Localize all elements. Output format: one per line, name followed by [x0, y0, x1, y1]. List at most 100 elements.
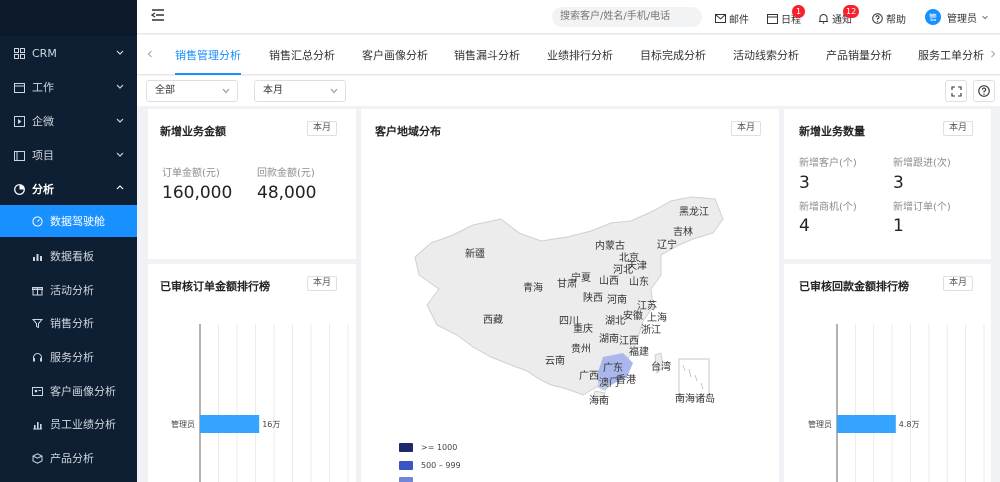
payment-amount-value: 48,000 [257, 183, 317, 203]
map-province-label: 吉林 [673, 225, 693, 238]
new-followups-value: 3 [893, 173, 904, 193]
map-province-label: 福建 [629, 345, 649, 358]
mail-icon [715, 13, 726, 23]
customer-region-card: 客户地域分布 本月 黑龙江 吉林 辽宁 内蒙古 新疆 北京 天津 河北 宁夏 山西 山东 青海 甘肃 陕西… [361, 109, 779, 482]
new-business-count-card: 新增业务数量 本月 新增客户(个) 3 新增跟进(次) 3 新增商机(个) 4 … [784, 109, 991, 259]
period-button[interactable]: 本月 [307, 121, 338, 136]
sidebar-item-sales-analysis[interactable]: 销售分析 [0, 307, 137, 339]
map-province-label: 香港 [616, 374, 636, 386]
sidebar-item-label: 服务分析 [50, 351, 94, 364]
fullscreen-button[interactable] [945, 80, 967, 102]
help-button[interactable]: 帮助 [872, 10, 906, 26]
chevron-down-icon [982, 15, 988, 20]
mail-label: 邮件 [729, 14, 749, 26]
new-opportunities-value: 4 [799, 216, 810, 236]
map-province-label: 山东 [629, 275, 649, 288]
chevron-left-icon[interactable] [145, 49, 155, 59]
notice-button[interactable]: 通知 12 [818, 5, 860, 26]
new-followups-label: 新增跟进(次) [893, 158, 951, 169]
sidebar-item-customer-portrait[interactable]: 客户画像分析 [0, 375, 137, 407]
sidebar-item-label: CRM [32, 46, 57, 60]
payment-rank-card: 已审核回款金额排行榜 本月 管理员 4.8万 [784, 264, 991, 482]
sidebar-item-analysis[interactable]: 分析 [0, 173, 137, 205]
new-customers-value: 3 [799, 173, 810, 193]
tab-performance-rank[interactable]: 业绩排行分析 [547, 35, 613, 75]
scope-select-value: 全部 [155, 85, 175, 96]
map-south-china-sea-lines [682, 364, 704, 390]
period-select[interactable]: 本月 [254, 80, 346, 102]
chart-bar[interactable] [200, 415, 260, 433]
calendar-badge: 1 [792, 5, 805, 18]
map-province-label: 广东 [603, 361, 623, 374]
scope-select[interactable]: 全部 [146, 80, 238, 102]
order-rank-card: 已审核订单金额排行榜 本月 管理员 16万 [148, 264, 356, 482]
notice-badge: 12 [843, 5, 860, 18]
sidebar-item-data-board[interactable]: 数据看板 [0, 240, 137, 272]
sidebar-item-service-analysis[interactable]: 服务分析 [0, 341, 137, 373]
logo [0, 0, 137, 36]
china-map[interactable]: 黑龙江吉林辽宁内蒙古新疆 北京天津河北宁夏 山西 山东青海 甘肃陕西 河南江苏西藏 四川 湖北… [361, 109, 779, 482]
sidebar-item-crm[interactable]: CRM [0, 37, 137, 69]
tab-sales-management[interactable]: 销售管理分析 [175, 35, 241, 75]
chevron-down-icon [116, 50, 124, 55]
tab-sales-summary[interactable]: 销售汇总分析 [269, 35, 335, 75]
chevron-up-icon [116, 185, 124, 190]
menu-fold-icon[interactable] [150, 7, 166, 23]
help-circle-button[interactable] [973, 80, 995, 102]
tab-product-sales[interactable]: 产品销量分析 [826, 35, 892, 75]
id-card-icon [31, 385, 43, 397]
tab-customer-portrait[interactable]: 客户画像分析 [362, 35, 428, 75]
chart-category-label: 管理员 [808, 419, 832, 429]
tab-target-completion[interactable]: 目标完成分析 [640, 35, 706, 75]
chevron-down-icon [222, 88, 230, 94]
chart-bar[interactable] [837, 415, 896, 433]
tab-activity-leads[interactable]: 活动线索分析 [733, 35, 799, 75]
analysis-tabs: 销售管理分析 销售汇总分析 客户画像分析 销售漏斗分析 业绩排行分析 目标完成分… [137, 35, 1000, 75]
map-province-label: 海南 [589, 394, 609, 407]
map-province-label: 南海诸岛 [675, 392, 715, 405]
sidebar-item-label: 工作 [32, 81, 54, 94]
map-province-label: 贵州 [571, 342, 591, 355]
legend-item: 500 – 999 [399, 461, 461, 470]
sidebar-item-label: 项目 [32, 149, 54, 162]
map-province-label: 湖南 [599, 332, 619, 345]
tab-sales-funnel[interactable]: 销售漏斗分析 [454, 35, 520, 75]
bar-chart-icon [31, 250, 43, 262]
legend-label: >= 1000 [421, 443, 458, 452]
legend-swatch [399, 461, 413, 470]
map-province-label: 陕西 [583, 291, 603, 304]
new-orders-label: 新增订单(个) [893, 202, 951, 213]
sidebar-item-product-analysis[interactable]: 产品分析 [0, 442, 137, 474]
map-province-label: 西藏 [483, 314, 503, 326]
mail-button[interactable]: 邮件 [715, 10, 749, 26]
search-input[interactable] [552, 7, 702, 27]
sidebar-item-project[interactable]: 项目 [0, 139, 137, 171]
chevron-right-icon[interactable] [988, 49, 998, 59]
sidebar-item-label: 活动分析 [50, 284, 94, 297]
chart-data-label: 4.8万 [899, 420, 920, 429]
map-province-label: 广西 [579, 370, 599, 382]
user-menu[interactable]: 管 管理员 [925, 9, 989, 25]
headset-icon [31, 351, 43, 363]
gift-icon [31, 284, 43, 296]
tab-service-ticket[interactable]: 服务工单分析 [918, 35, 984, 75]
sidebar-item-data-cockpit[interactable]: 数据驾驶舱 [0, 205, 137, 237]
calendar-button[interactable]: 日程 1 [767, 5, 805, 26]
card-title: 新增业务数量 [799, 125, 865, 138]
sidebar-item-staff-performance[interactable]: 员工业绩分析 [0, 408, 137, 440]
sidebar-item-label: 数据驾驶舱 [50, 215, 105, 228]
map-province-label: 江西 [619, 335, 639, 347]
sidebar-item-work[interactable]: 工作 [0, 71, 137, 103]
chevron-down-icon [116, 118, 124, 123]
period-button[interactable]: 本月 [943, 121, 974, 136]
sidebar-item-activity-analysis[interactable]: 活动分析 [0, 274, 137, 306]
map-province-label: 台湾 [651, 360, 671, 373]
map-province-label: 浙江 [641, 324, 661, 336]
top-bar: 邮件 日程 1 通知 12 帮助 管 管理员 [137, 0, 1000, 34]
sidebar: CRM 工作 企微 项目 分析 数据驾驶舱 数据看板 活动分析 销售分析 服务分… [0, 0, 137, 482]
chevron-down-icon [116, 84, 124, 89]
legend-item [399, 477, 421, 482]
sidebar-item-wecom[interactable]: 企微 [0, 105, 137, 137]
map-province-label: 新疆 [465, 247, 485, 260]
fullscreen-icon [950, 85, 962, 97]
